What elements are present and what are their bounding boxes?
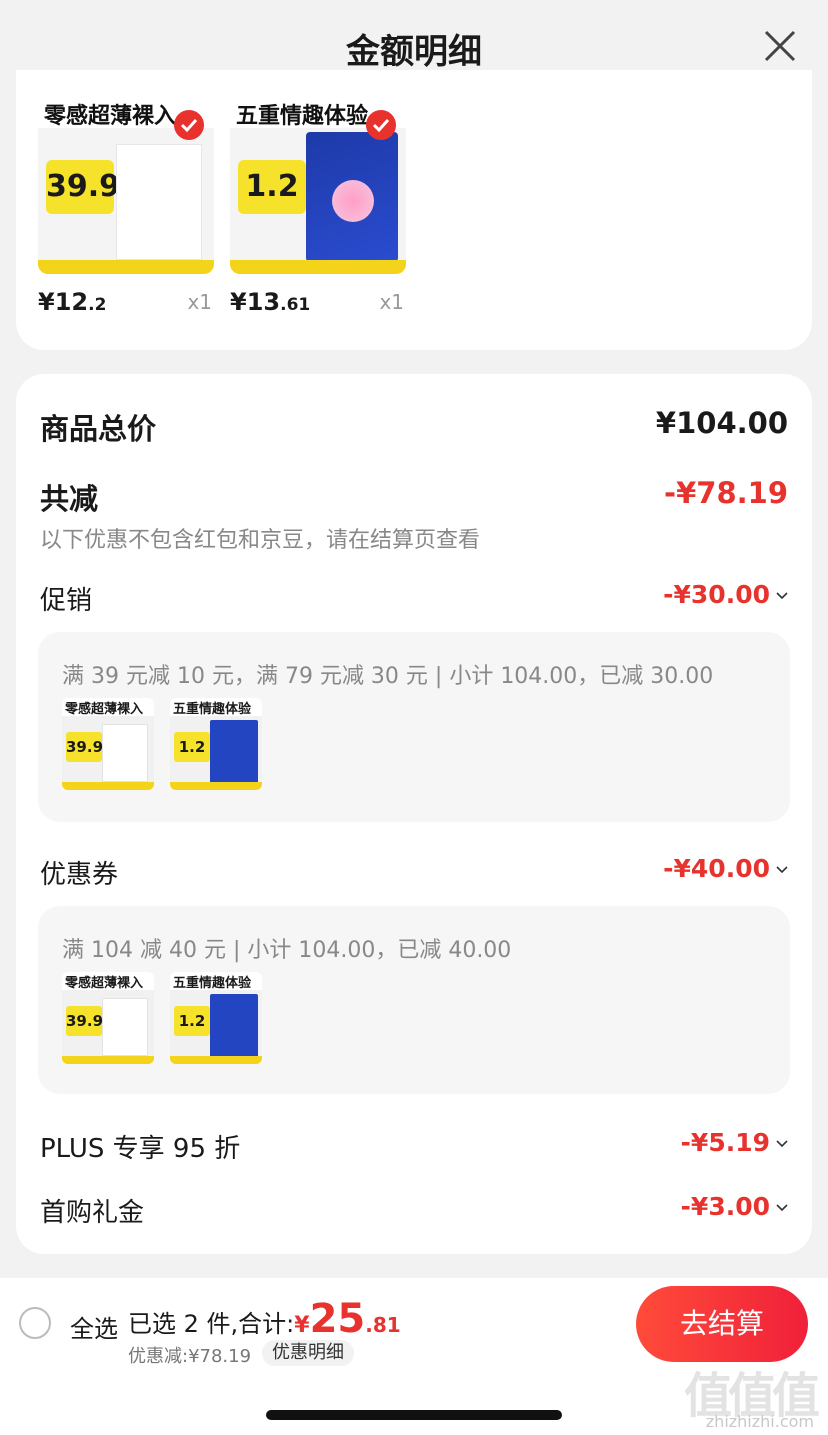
coupon-detail-box: 满 104 减 40 元 | 小计 104.00，已减 40.00 零感超薄裸入… <box>38 906 790 1094</box>
product-thumb: 五重情趣体验 1.2 <box>170 698 262 790</box>
product-box <box>116 144 202 260</box>
close-icon[interactable] <box>762 28 798 64</box>
thumb-box <box>102 724 148 782</box>
promo-detail-text: 满 39 元减 10 元，满 79 元减 30 元 | 小计 104.00，已减… <box>62 664 714 689</box>
thumb-tag: 39.9 <box>66 1006 103 1036</box>
product-thumb: 五重情趣体验 1.2 <box>170 972 262 1064</box>
checkout-button[interactable]: 去结算 <box>636 1286 808 1362</box>
total-dec: .81 <box>365 1313 401 1337</box>
thumb-box <box>102 998 148 1056</box>
watermark: 值值值 zhizhizhi.com <box>670 1356 820 1432</box>
thumb-box <box>210 720 258 784</box>
promo-value: -¥30.00 <box>663 580 788 609</box>
product-thumb: 零感超薄裸入 39.9 <box>62 972 154 1064</box>
product-image: 零感超薄裸入 39.9 <box>38 98 214 274</box>
check-icon[interactable] <box>366 110 396 140</box>
thumb-strip <box>170 1056 262 1064</box>
check-icon[interactable] <box>174 110 204 140</box>
total-currency: ¥ <box>294 1313 310 1338</box>
firstbuy-label: 首购礼金 <box>40 1198 145 1228</box>
reduce-label: 共减 <box>40 482 99 516</box>
chevron-down-icon <box>776 1204 788 1212</box>
coupon-value: -¥40.00 <box>663 854 788 883</box>
summary-prefix: 已选 2 件,合计: <box>128 1310 295 1338</box>
product-item[interactable]: 五重情趣体验 1.2 ¥13.61 x1 <box>230 98 406 316</box>
thumb-banner: 零感超薄裸入 <box>62 972 154 991</box>
chevron-down-icon <box>776 1140 788 1148</box>
discount-detail-button[interactable]: 优惠明细 <box>262 1340 354 1366</box>
thumb-banner: 零感超薄裸入 <box>62 698 154 717</box>
chevron-down-icon <box>776 592 788 600</box>
product-strip <box>38 260 214 274</box>
thumb-strip <box>62 782 154 790</box>
product-price-tag: 1.2 <box>238 160 306 214</box>
thumb-tag: 39.9 <box>66 732 103 762</box>
chevron-down-icon <box>776 866 788 874</box>
plus-label: PLUS 专享 95 折 <box>40 1134 241 1164</box>
reduce-note: 以下优惠不包含红包和京豆，请在结算页查看 <box>40 528 481 553</box>
thumb-tag: 1.2 <box>174 1006 210 1036</box>
promo-detail-box: 满 39 元减 10 元，满 79 元减 30 元 | 小计 104.00，已减… <box>38 632 790 822</box>
product-qty: x1 <box>379 290 404 314</box>
total-summary: 已选 2 件,合计:¥25.81 <box>128 1296 401 1342</box>
thumb-banner: 五重情趣体验 <box>170 972 262 991</box>
product-thumb: 零感超薄裸入 39.9 <box>62 698 154 790</box>
home-indicator[interactable] <box>266 1410 562 1420</box>
thumb-tag: 1.2 <box>174 732 210 762</box>
total-int: 25 <box>309 1296 366 1342</box>
firstbuy-value: -¥3.00 <box>681 1192 788 1221</box>
product-strip <box>230 260 406 274</box>
select-all-label[interactable]: 全选 <box>70 1309 118 1344</box>
coupon-detail-text: 满 104 减 40 元 | 小计 104.00，已减 40.00 <box>62 938 512 963</box>
heart-icon <box>332 180 374 222</box>
product-image: 五重情趣体验 1.2 <box>230 98 406 274</box>
thumb-banner: 五重情趣体验 <box>170 698 262 717</box>
products-card: 零感超薄裸入 39.9 ¥12.2 x1 五重情趣体验 1.2 ¥13.61 x… <box>16 70 812 350</box>
watermark-url: zhizhizhi.com <box>705 1412 814 1431</box>
discount-text: 优惠减:¥78.19 <box>128 1346 252 1367</box>
total-value: ¥104.00 <box>655 406 788 440</box>
product-price-tag: 39.9 <box>46 160 120 214</box>
thumb-strip <box>62 1056 154 1064</box>
reduce-value: -¥78.19 <box>664 476 788 510</box>
promo-label: 促销 <box>40 586 93 616</box>
amount-detail-card: 商品总价 ¥104.00 共减 -¥78.19 以下优惠不包含红包和京豆，请在结… <box>16 374 812 1254</box>
product-item[interactable]: 零感超薄裸入 39.9 ¥12.2 x1 <box>38 98 214 316</box>
plus-value: -¥5.19 <box>681 1128 788 1157</box>
thumb-box <box>210 994 258 1058</box>
coupon-label: 优惠券 <box>40 860 119 890</box>
product-price: ¥13.61 <box>230 288 311 316</box>
thumb-strip <box>170 782 262 790</box>
page-title: 金额明细 <box>346 32 482 72</box>
select-all-radio[interactable] <box>19 1307 51 1339</box>
total-label: 商品总价 <box>40 412 157 446</box>
product-price: ¥12.2 <box>38 288 107 316</box>
product-qty: x1 <box>187 290 212 314</box>
